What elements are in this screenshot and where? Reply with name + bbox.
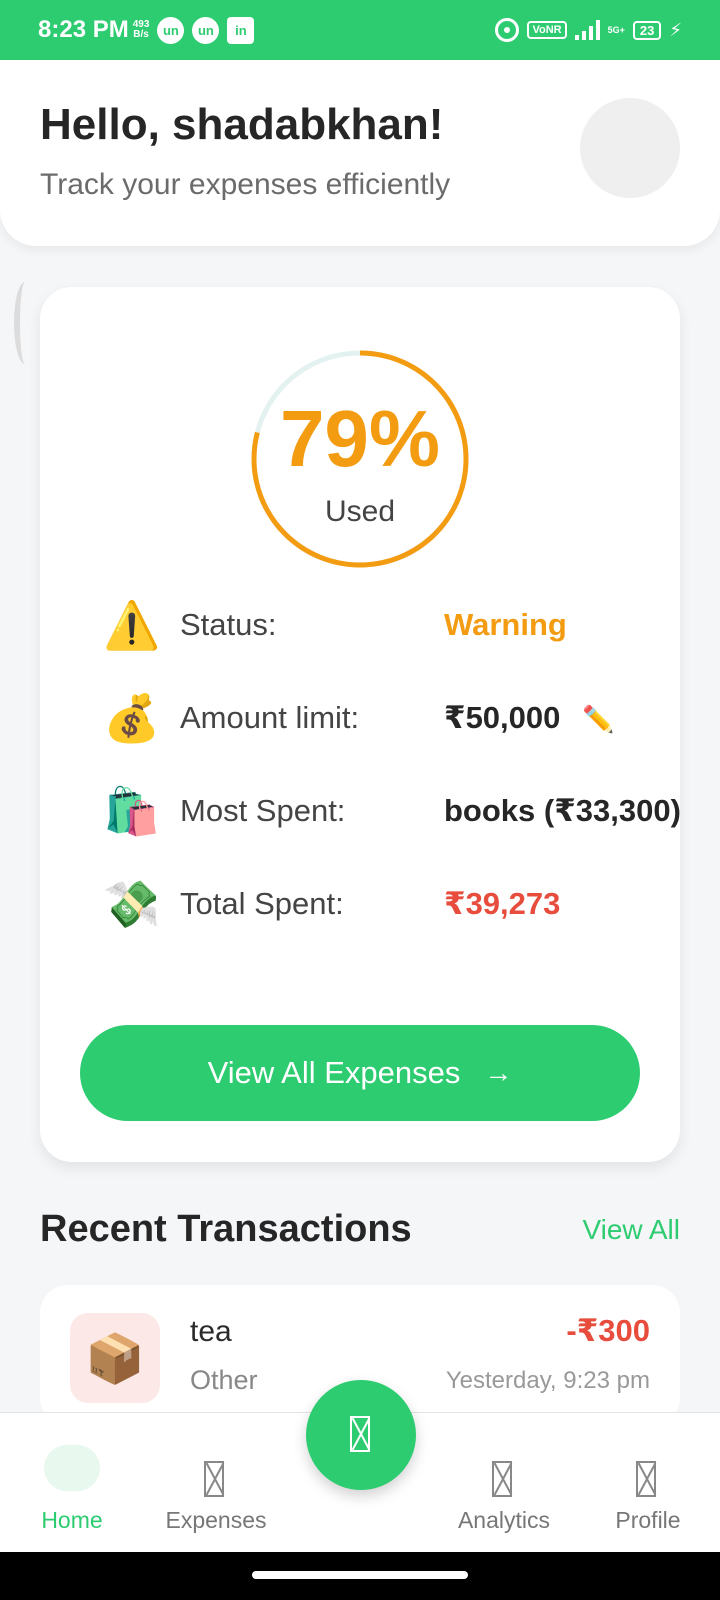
vonr-badge: VoNR (527, 21, 567, 39)
battery-level: 23 (639, 22, 655, 38)
shopping-bags-icon: 🛍️ (103, 784, 161, 837)
most-spent-value: books (₹33,300) (444, 793, 681, 828)
status-label: Status: (180, 607, 277, 642)
budget-summary-card: 79% Used ⚠️ Status: Warning 💰 Amount lim… (40, 287, 681, 1162)
view-all-expenses-button[interactable]: View All Expenses → (80, 1025, 640, 1121)
nav-profile-label: Profile (615, 1507, 681, 1533)
recent-transactions-title: Recent Transactions (40, 1208, 412, 1250)
battery-icon: 23 (632, 20, 662, 40)
warning-icon: ⚠️ (103, 598, 161, 651)
total-spent-value: ₹39,273 (444, 886, 561, 921)
greeting-title: Hello, shadabkhan! (40, 100, 444, 149)
signal-icon (574, 20, 600, 40)
add-icon (350, 1416, 370, 1452)
total-spent-label: Total Spent: (180, 886, 344, 921)
notification-app-icon: un (157, 16, 185, 44)
expenses-icon (204, 1461, 224, 1497)
home-gesture-handle[interactable] (252, 1571, 468, 1579)
most-spent-label: Most Spent: (180, 793, 346, 828)
header-card: Hello, shadabkhan! Track your expenses e… (0, 60, 720, 246)
amount-limit-value: ₹50,000 (444, 700, 561, 735)
analytics-icon (492, 1461, 512, 1497)
amount-limit-label: Amount limit: (180, 700, 360, 735)
greeting-subtitle: Track your expenses efficiently (40, 168, 451, 201)
network-speed-unit: B/s (133, 29, 149, 40)
nav-analytics-label: Analytics (457, 1507, 551, 1533)
money-bag-icon: 💰 (103, 691, 161, 744)
status-row: ⚠️ Status: Warning (102, 595, 662, 655)
amount-limit-row: 💰 Amount limit: ₹50,000 ✏️ (102, 688, 662, 748)
hotspot-icon (495, 18, 520, 42)
edge-handle[interactable] (14, 282, 36, 364)
status-bar: 8:23 PM 493 B/s un un in VoNR 5G+ 23 ⚡ (0, 0, 720, 60)
linkedin-icon: in (227, 16, 255, 44)
nav-home[interactable]: Home (2, 1413, 142, 1553)
transaction-time: Yesterday, 9:23 pm (445, 1367, 650, 1394)
nav-expenses-label: Expenses (165, 1507, 267, 1533)
transaction-name: tea (190, 1315, 232, 1348)
view-all-transactions-link[interactable]: View All (582, 1214, 680, 1246)
avatar[interactable] (580, 98, 680, 198)
amount-limit-value-group: ₹50,000 ✏️ (444, 700, 615, 736)
nav-profile[interactable]: Profile (578, 1413, 718, 1553)
add-expense-button[interactable] (306, 1380, 416, 1490)
arrow-right-icon: → (484, 1057, 513, 1088)
network-speed: 493 B/s (133, 20, 150, 40)
nav-analytics[interactable]: Analytics (434, 1413, 574, 1553)
transaction-amount: -₹300 (566, 1313, 650, 1348)
transaction-category: Other (190, 1365, 258, 1395)
network-type: 5G+ (607, 24, 625, 35)
status-value: Warning (444, 607, 567, 642)
usage-gauge: 79% Used (248, 347, 472, 571)
edit-icon[interactable]: ✏️ (582, 704, 614, 734)
system-gesture-bar (0, 1552, 720, 1600)
nav-home-label: Home (41, 1507, 103, 1533)
profile-icon (636, 1461, 656, 1497)
usage-percent: 79% (279, 394, 441, 483)
most-spent-row: 🛍️ Most Spent: books (₹33,300) (102, 781, 681, 841)
money-wings-icon: 💸 (103, 877, 161, 930)
charging-icon: ⚡ (669, 19, 682, 40)
usage-label: Used (324, 495, 396, 528)
status-time: 8:23 PM (38, 16, 129, 43)
home-icon (44, 1445, 100, 1491)
notification-app-icon: un (192, 16, 220, 44)
view-all-expenses-label: View All Expenses (207, 1055, 461, 1090)
package-icon: 📦 (70, 1313, 160, 1403)
total-spent-row: 💸 Total Spent: ₹39,273 (102, 874, 662, 934)
nav-expenses[interactable]: Expenses (146, 1413, 286, 1553)
